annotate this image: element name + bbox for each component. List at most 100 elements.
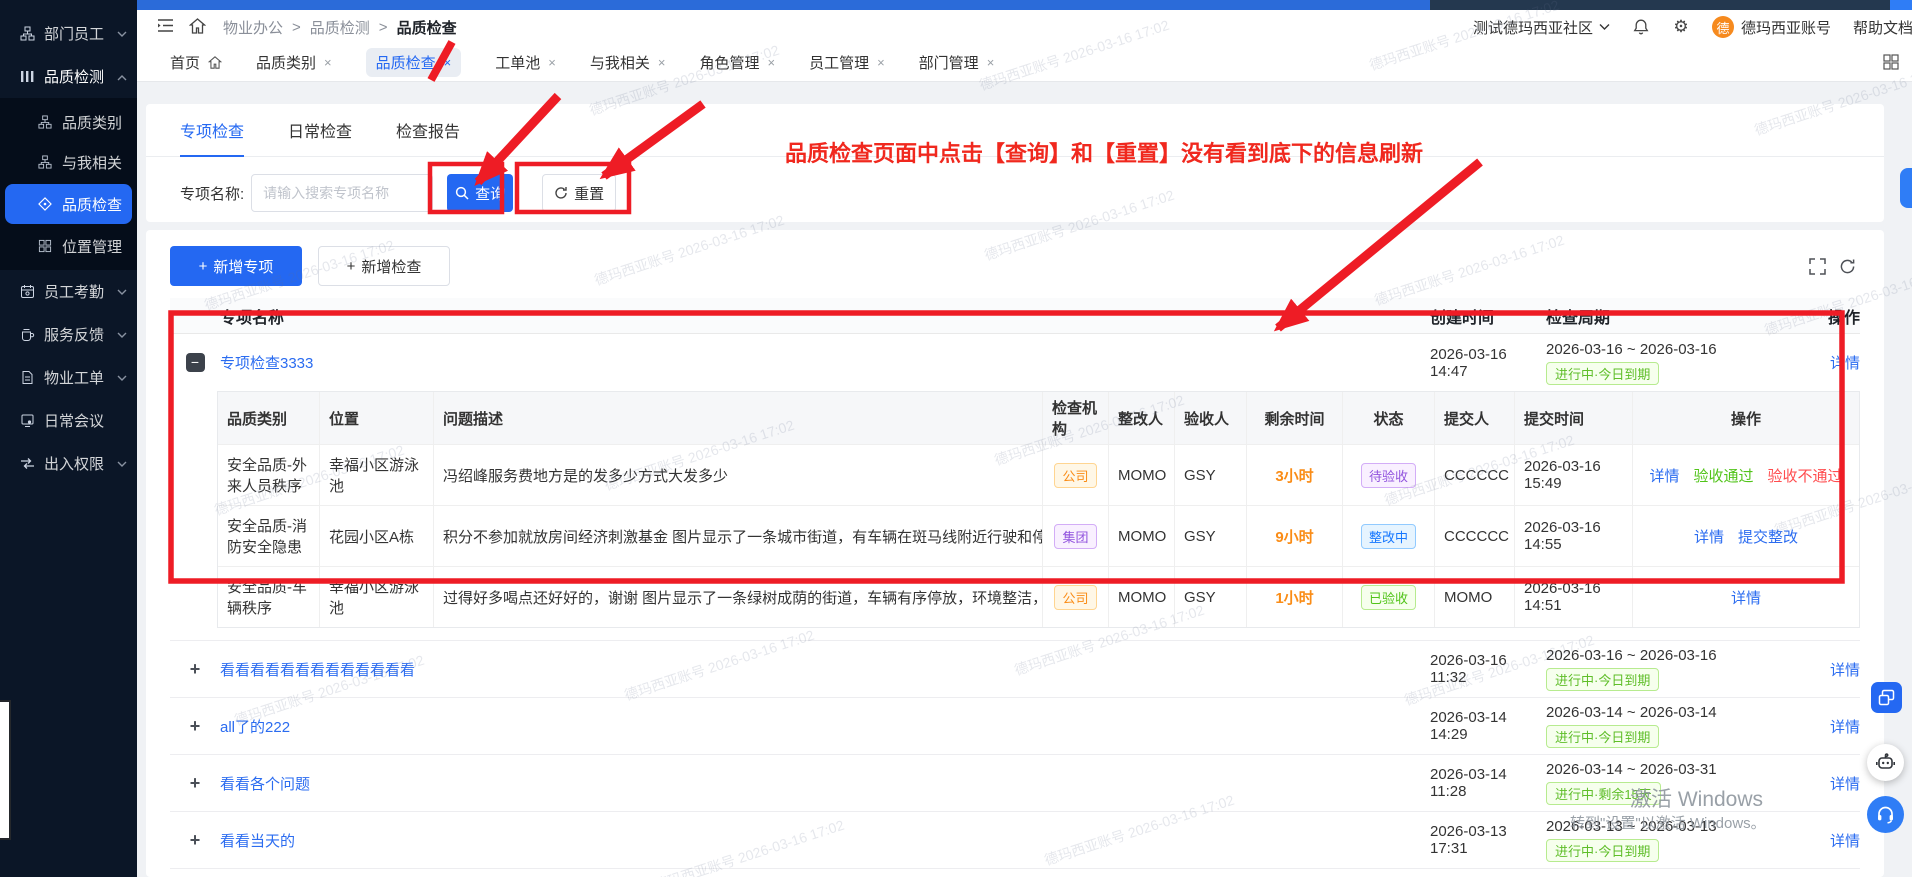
- tab-department-management[interactable]: 部门管理 ×: [919, 52, 995, 73]
- close-icon[interactable]: ×: [444, 55, 452, 70]
- close-icon[interactable]: ×: [548, 55, 556, 70]
- subtab-daily-check[interactable]: 日常检查: [288, 104, 352, 156]
- issue-location: 幸福小区游泳池: [320, 445, 434, 505]
- issue-sub-table: 品质类别 位置 问题描述 检查机构 整改人 验收人 剩余时间 状态 提交人 提交…: [217, 391, 1860, 628]
- menu-fold-icon[interactable]: [157, 18, 175, 36]
- sidebar-item-related-to-me[interactable]: 与我相关: [0, 142, 137, 182]
- sidebar-item-quality-check[interactable]: 品质检查: [5, 184, 132, 224]
- page-tabs: 首页 品质类别 × 品质检查 × 工单池 × 与我相关 × 角色管理 × 员工管理 × 部门…: [137, 44, 1912, 82]
- detail-link[interactable]: 详情: [1830, 662, 1860, 679]
- help-docs-link[interactable]: 帮助文档《: [1853, 17, 1912, 38]
- sub-table-header: 品质类别 位置 问题描述 检查机构 整改人 验收人 剩余时间 状态 提交人 提交…: [218, 392, 1859, 444]
- breadcrumb-item[interactable]: 品质检测: [310, 17, 370, 38]
- detail-link[interactable]: 详情: [1649, 465, 1679, 486]
- project-name-link[interactable]: 专项检查3333: [220, 355, 313, 372]
- reset-button[interactable]: 重置: [542, 174, 617, 212]
- fullscreen-icon[interactable]: [1809, 258, 1826, 280]
- refresh-icon: [555, 187, 567, 199]
- detail-link[interactable]: 详情: [1830, 719, 1860, 736]
- expanded-row-panel: 品质类别 位置 问题描述 检查机构 整改人 验收人 剩余时间 状态 提交人 提交…: [170, 391, 1860, 641]
- close-icon[interactable]: ×: [767, 55, 775, 70]
- acceptor: GSY: [1175, 506, 1247, 566]
- tab-list-icon[interactable]: [1883, 54, 1899, 74]
- detail-link[interactable]: 详情: [1694, 526, 1724, 547]
- tab-quality-category[interactable]: 品质类别 ×: [256, 52, 332, 73]
- grid-icon: [38, 239, 53, 254]
- meeting-board-icon: [20, 413, 35, 428]
- chevron-down-icon: [117, 326, 127, 343]
- subtab-check-report[interactable]: 检查报告: [396, 104, 460, 156]
- refresh-icon[interactable]: [1839, 258, 1856, 280]
- gear-icon[interactable]: ⚙: [1672, 18, 1690, 36]
- add-check-button[interactable]: + 新增检查: [318, 246, 450, 286]
- detail-link[interactable]: 详情: [1731, 587, 1761, 608]
- org-tag: 公司: [1054, 584, 1097, 610]
- floating-assistant-button[interactable]: [1867, 744, 1904, 781]
- close-icon[interactable]: ×: [324, 55, 332, 70]
- check-period: 2026-03-16 ~ 2026-03-16: [1546, 340, 1717, 358]
- header-bar: 物业办公 > 品质检测 > 品质检查 测试德玛西亚社区 ⚙ 德 德玛西亚账号 帮…: [137, 10, 1912, 44]
- close-icon[interactable]: ×: [658, 55, 666, 70]
- floating-service-button[interactable]: [1867, 796, 1904, 833]
- sidebar-item-department-staff[interactable]: 部门员工: [0, 12, 137, 55]
- breadcrumb-item[interactable]: 物业办公: [223, 17, 283, 38]
- collapse-row-button[interactable]: −: [185, 353, 205, 372]
- check-period: 2026-03-14 ~ 2026-03-14: [1546, 704, 1717, 721]
- close-icon[interactable]: ×: [987, 55, 995, 70]
- issue-description: 过得好多喝点还好好的，谢谢 图片显示了一条绿树成荫的街道，车辆有序停放，环境整洁…: [434, 567, 1043, 627]
- tab-work-order-pool[interactable]: 工单池 ×: [495, 52, 556, 73]
- table-row: − 专项检查3333 2026-03-16 14:47 2026-03-16 ~…: [170, 334, 1860, 391]
- home-icon[interactable]: [188, 18, 207, 36]
- query-button[interactable]: 查询: [447, 174, 514, 212]
- expand-row-button[interactable]: +: [190, 773, 201, 794]
- sidebar-item-quality-inspection-group[interactable]: 品质检测: [0, 55, 137, 98]
- expand-row-button[interactable]: +: [190, 659, 201, 680]
- subtab-special-check[interactable]: 专项检查: [180, 104, 245, 157]
- close-icon[interactable]: ×: [877, 55, 885, 70]
- add-special-button[interactable]: + 新增专项: [170, 246, 302, 286]
- sidebar-item-access-permission[interactable]: 出入权限: [0, 442, 137, 485]
- table-row: + 看看看看看看看看看看看看看 2026-03-16 11:32 2026-03…: [170, 641, 1860, 698]
- project-name-link[interactable]: all了的222: [220, 719, 290, 736]
- remaining-time: 9小时: [1275, 528, 1314, 546]
- expand-row-button[interactable]: +: [190, 830, 201, 851]
- created-time: 2026-03-14 14:29: [1430, 709, 1507, 743]
- search-input[interactable]: [251, 174, 434, 212]
- project-name-link[interactable]: 看看当天的: [220, 833, 295, 850]
- sidebar-item-quality-category[interactable]: 品质类别: [0, 102, 137, 142]
- sidebar-item-work-order[interactable]: 物业工单: [0, 356, 137, 399]
- edge-drawer-handle[interactable]: [1900, 168, 1912, 208]
- tab-role-management[interactable]: 角色管理 ×: [699, 52, 775, 73]
- tab-home[interactable]: 首页: [170, 52, 223, 73]
- org-tag: 公司: [1054, 462, 1097, 488]
- document-icon: [20, 370, 35, 385]
- chevron-down-icon: [1599, 24, 1610, 30]
- tab-quality-check[interactable]: 品质检查 ×: [365, 48, 462, 77]
- tab-staff-management[interactable]: 员工管理 ×: [809, 52, 885, 73]
- plus-icon: +: [198, 257, 208, 275]
- expand-row-button[interactable]: +: [190, 716, 201, 737]
- sidebar-item-location-management[interactable]: 位置管理: [0, 226, 137, 266]
- sidebar-item-service-feedback[interactable]: 服务反馈: [0, 313, 137, 356]
- sidebar-item-attendance[interactable]: 员工考勤: [0, 270, 137, 313]
- sidebar-item-daily-meeting[interactable]: 日常会议: [0, 399, 137, 442]
- project-name-link[interactable]: 看看看看看看看看看看看看看: [220, 662, 415, 679]
- detail-link[interactable]: 详情: [1830, 355, 1860, 372]
- submit-fix-link[interactable]: 提交整改: [1738, 526, 1798, 547]
- community-selector[interactable]: 测试德玛西亚社区: [1473, 17, 1610, 38]
- table-row: + 看看当天的 2026-03-13 17:31 2026-03-13 ~ 20…: [170, 812, 1860, 869]
- detail-link[interactable]: 详情: [1830, 833, 1860, 850]
- detail-link[interactable]: 详情: [1830, 776, 1860, 793]
- accept-pass-link[interactable]: 验收通过: [1693, 465, 1753, 486]
- submitter: MOMO: [1435, 567, 1515, 627]
- tab-related-to-me[interactable]: 与我相关 ×: [590, 52, 666, 73]
- account-menu[interactable]: 德 德玛西亚账号: [1711, 16, 1831, 38]
- bell-icon[interactable]: [1632, 18, 1650, 36]
- background-window-sliver[interactable]: [0, 700, 11, 840]
- project-name-link[interactable]: 看看各个问题: [220, 776, 310, 793]
- floating-chat-button[interactable]: [1871, 682, 1902, 713]
- created-time: 2026-03-13 17:31: [1430, 823, 1507, 857]
- accept-fail-link[interactable]: 验收不通过: [1768, 465, 1843, 486]
- breadcrumb: 物业办公 > 品质检测 > 品质检查: [223, 17, 457, 38]
- windows-chat-icon: [1878, 689, 1895, 706]
